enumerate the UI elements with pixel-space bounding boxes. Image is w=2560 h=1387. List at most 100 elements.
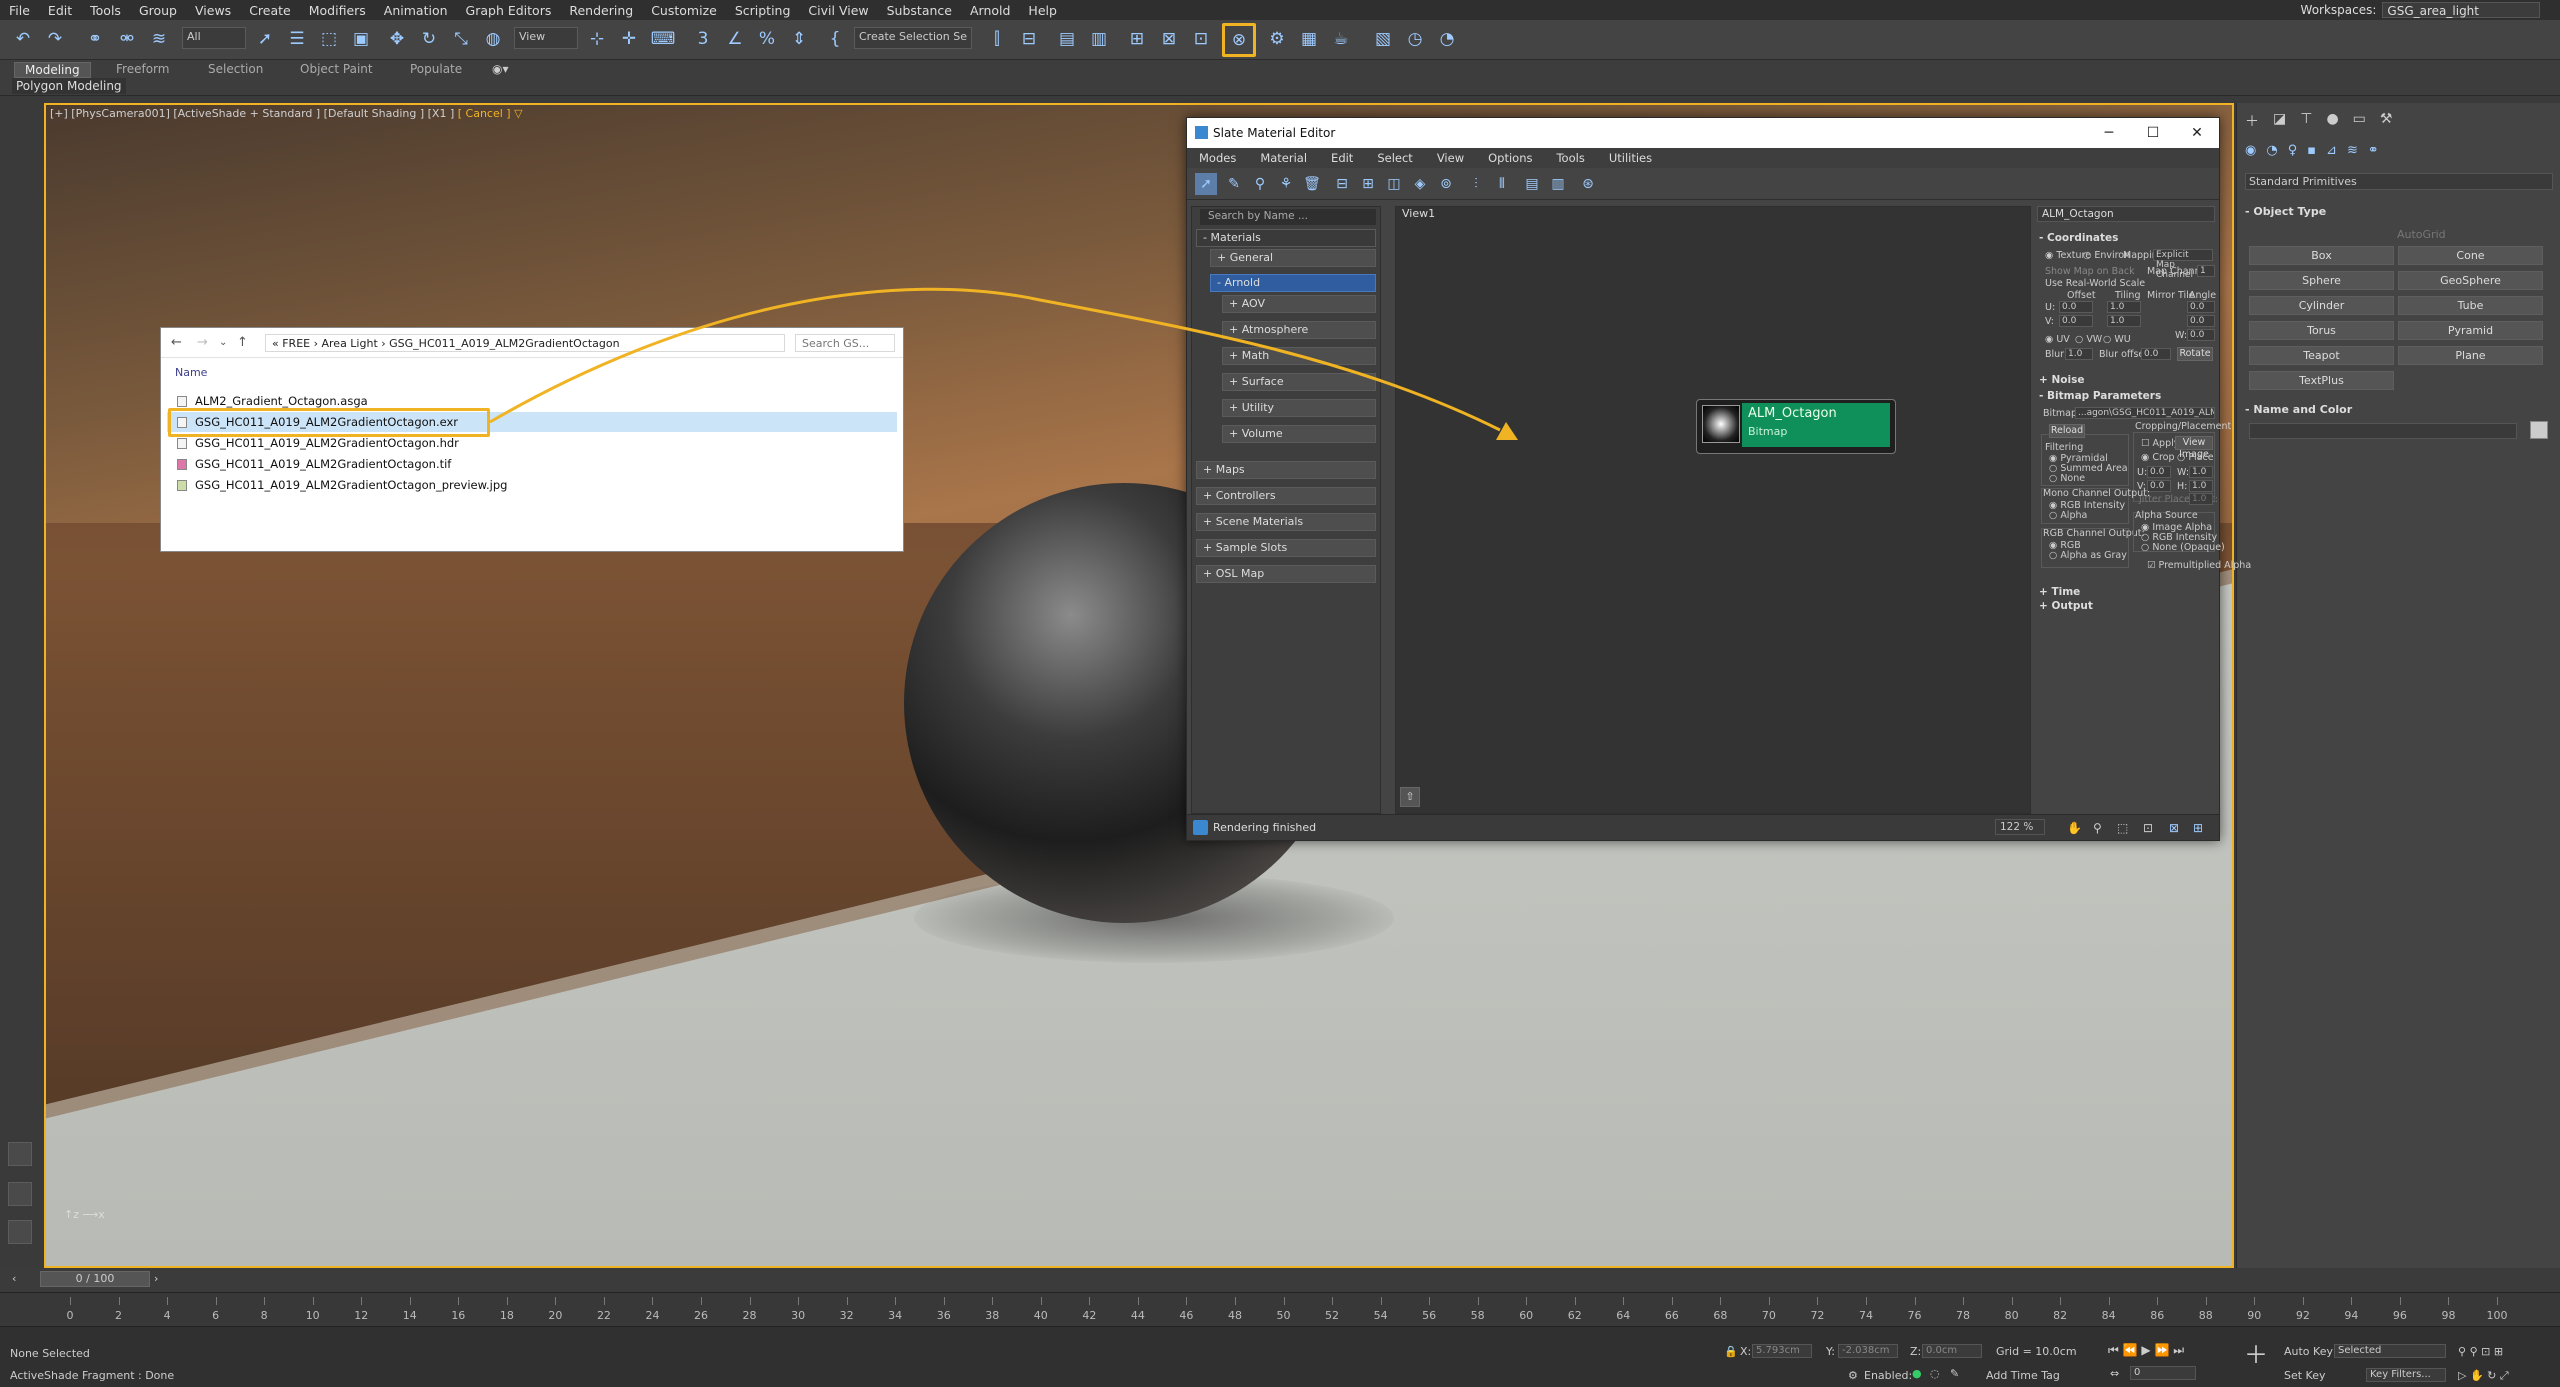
menu-help[interactable]: Help: [1019, 3, 1066, 18]
next-frame-icon[interactable]: ⏩: [2154, 1343, 2169, 1357]
render-production-icon[interactable]: ☕: [1328, 26, 1354, 52]
x-coordinate-field[interactable]: 5.793cm: [1752, 1344, 1812, 1358]
show-background-icon[interactable]: ⊚: [1435, 173, 1457, 195]
zoom-all-icon[interactable]: ⚲: [2470, 1345, 2478, 1358]
slate-menu-utilities[interactable]: Utilities: [1597, 148, 1664, 168]
zoom-extents-all-icon[interactable]: ⊞: [2494, 1345, 2503, 1358]
hide-unused-slots-icon[interactable]: ⊞: [1357, 173, 1379, 195]
material-map-browser-icon[interactable]: ▤: [1521, 173, 1543, 195]
track-bar[interactable]: 0 2 4 6 8 10 12 14 16 18 20 22 24 26 28 30 32 34 36 38 40 42 4…: [0, 1292, 2560, 1326]
crop-u-field[interactable]: 0.0: [2147, 466, 2171, 478]
layout-tab-1[interactable]: [8, 1182, 32, 1206]
category-controllers[interactable]: + Controllers: [1196, 487, 1376, 505]
show-shaded-icon[interactable]: ◫: [1383, 173, 1405, 195]
delete-selected-icon[interactable]: 🗑: [1301, 173, 1323, 195]
auto-key-button[interactable]: Auto Key: [2284, 1345, 2333, 1358]
category-osl-map[interactable]: + OSL Map: [1196, 565, 1376, 583]
view-image-button[interactable]: View Image: [2175, 436, 2213, 460]
zoom-dropdown[interactable]: 122 %: [1995, 819, 2045, 835]
spinner-snap-icon[interactable]: ⇕: [786, 26, 812, 52]
menu-civil-view[interactable]: Civil View: [799, 3, 877, 18]
slate-menu-select[interactable]: Select: [1365, 148, 1424, 168]
cameras-icon[interactable]: ▪: [2307, 143, 2316, 158]
settings-gear-icon[interactable]: ◔: [1434, 26, 1460, 52]
align-icon[interactable]: ⊟: [1016, 26, 1042, 52]
select-manipulate-icon[interactable]: ✛: [616, 26, 642, 52]
layout-all-icon[interactable]: ⫶: [1465, 173, 1487, 195]
blur-offset-field[interactable]: 0.0: [2141, 348, 2171, 360]
window-crossing-icon[interactable]: ▣: [348, 26, 374, 52]
textplus-button[interactable]: TextPlus: [2249, 371, 2394, 390]
object-type-rollout[interactable]: - Object Type: [2245, 205, 2553, 218]
enabled-toggle-icon[interactable]: ●: [1912, 1367, 1922, 1380]
selection-filter-dropdown[interactable]: All: [182, 27, 246, 49]
menu-scripting[interactable]: Scripting: [726, 3, 800, 18]
crop-radio[interactable]: ◉ Crop: [2141, 452, 2175, 463]
zoom-nav-icon[interactable]: ⚲: [2458, 1345, 2466, 1358]
key-mode-icon[interactable]: ⇔: [2110, 1367, 2119, 1380]
material-editor-compact-icon[interactable]: ⊡: [1188, 26, 1214, 52]
activeshade-icon[interactable]: ▧: [1370, 26, 1396, 52]
isolate-icon[interactable]: ◌: [1930, 1367, 1940, 1380]
slate-menu-tools[interactable]: Tools: [1544, 148, 1596, 168]
autogrid-checkbox[interactable]: AutoGrid: [2397, 228, 2446, 241]
show-map-on-back-checkbox[interactable]: Show Map on Back: [2045, 266, 2135, 277]
move-icon[interactable]: ✥: [384, 26, 410, 52]
premultiplied-alpha-checkbox[interactable]: ☑ Premultiplied Alpha: [2147, 560, 2251, 571]
name-and-color-rollout[interactable]: - Name and Color: [2245, 403, 2553, 416]
teapot-button[interactable]: Teapot: [2249, 346, 2394, 365]
key-filters-button[interactable]: Key Filters...: [2366, 1368, 2446, 1382]
category-utility[interactable]: + Utility: [1222, 399, 1376, 417]
crop-w-field[interactable]: 1.0: [2189, 466, 2213, 478]
show-realistic-icon[interactable]: ◈: [1409, 173, 1431, 195]
cylinder-button[interactable]: Cylinder: [2249, 296, 2394, 315]
menu-customize[interactable]: Customize: [642, 3, 726, 18]
menu-substance[interactable]: Substance: [878, 3, 961, 18]
layout-children-icon[interactable]: ⫴: [1491, 173, 1513, 195]
utilities-tab-icon[interactable]: ⚒: [2380, 111, 2393, 131]
menu-animation[interactable]: Animation: [375, 3, 457, 18]
vw-radio[interactable]: ○ VW: [2075, 334, 2102, 345]
pivot-icon[interactable]: ⊹: [584, 26, 610, 52]
shapes-icon[interactable]: ◔: [2266, 143, 2277, 158]
u-tiling-field[interactable]: 1.0: [2107, 301, 2141, 313]
put-to-scene-icon[interactable]: ⚲: [1249, 173, 1271, 195]
menu-edit[interactable]: Edit: [39, 3, 81, 18]
none-opaque-radio[interactable]: ○ None (Opaque): [2141, 542, 2225, 553]
tab-populate[interactable]: Populate: [400, 62, 472, 78]
menu-views[interactable]: Views: [186, 3, 240, 18]
category-scene-materials[interactable]: + Scene Materials: [1196, 513, 1376, 531]
select-by-material-icon[interactable]: ⊛: [1577, 173, 1599, 195]
close-icon[interactable]: ✕: [2175, 118, 2219, 148]
ref-coord-dropdown[interactable]: View: [514, 27, 578, 49]
menu-arnold[interactable]: Arnold: [961, 3, 1019, 18]
cone-button[interactable]: Cone: [2398, 246, 2543, 265]
coordinates-rollout[interactable]: - Coordinates: [2039, 232, 2215, 244]
slate-menu-modes[interactable]: Modes: [1187, 148, 1248, 168]
undo-icon[interactable]: ↶: [10, 26, 36, 52]
place-radio[interactable]: ○ Place: [2177, 452, 2214, 463]
play-layout-icon[interactable]: [8, 1142, 32, 1166]
time-slider[interactable]: ‹ 0 / 100 ›: [0, 1268, 2560, 1292]
jitter-field[interactable]: 1.0: [2189, 493, 2213, 505]
zoom-region-icon[interactable]: ⬚: [2117, 821, 2128, 835]
slate-material-editor-icon[interactable]: ⊗: [1222, 23, 1256, 57]
scale-icon[interactable]: ⤡: [448, 26, 474, 52]
fov-icon[interactable]: ▷: [2458, 1369, 2466, 1382]
object-name-field[interactable]: [2249, 423, 2517, 439]
select-tool-icon[interactable]: ➚: [1195, 173, 1217, 195]
set-key-button[interactable]: Set Key: [2284, 1369, 2326, 1382]
redo-icon[interactable]: ↷: [42, 26, 68, 52]
render-setup-icon[interactable]: ⚙: [1264, 26, 1290, 52]
motion-tab-icon[interactable]: ●: [2326, 111, 2338, 131]
layer-explorer-icon[interactable]: ▥: [1086, 26, 1112, 52]
modify-tab-icon[interactable]: ◪: [2273, 111, 2286, 131]
set-key-plus-icon[interactable]: ＋: [2244, 1335, 2268, 1370]
percent-snap-icon[interactable]: %: [754, 26, 780, 52]
wu-radio[interactable]: ○ WU: [2103, 334, 2131, 345]
layout-tab-2[interactable]: [8, 1220, 32, 1244]
clock-icon[interactable]: ◷: [1402, 26, 1428, 52]
u-angle-field[interactable]: 0.0: [2187, 301, 2215, 313]
u-offset-field[interactable]: 0.0: [2059, 301, 2093, 313]
box-button[interactable]: Box: [2249, 246, 2394, 265]
